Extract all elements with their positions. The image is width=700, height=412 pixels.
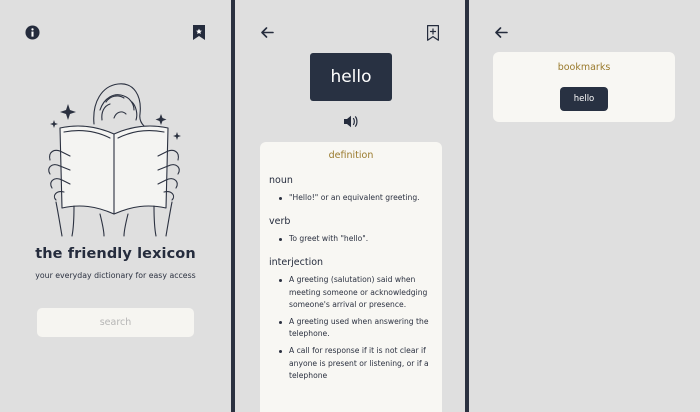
- definition-item: To greet with "hello".: [269, 233, 433, 245]
- app-title: the friendly lexicon: [35, 246, 196, 262]
- speaker-icon[interactable]: [341, 114, 359, 129]
- bookmark-add-icon[interactable]: [425, 24, 441, 41]
- definition-screen: hello definition noun "Hello!" or an equ…: [235, 0, 465, 412]
- definition-item: A greeting (salutation) said when meetin…: [269, 274, 433, 311]
- info-icon[interactable]: [24, 24, 40, 40]
- word-title: hello: [310, 53, 392, 101]
- bookmark-chip[interactable]: hello: [560, 87, 608, 111]
- back-arrow-icon[interactable]: [493, 25, 509, 39]
- search-input[interactable]: [37, 308, 194, 337]
- part-of-speech-noun: noun: [269, 175, 293, 186]
- part-of-speech-interjection: interjection: [269, 257, 324, 269]
- bookmarks-screen: bookmarks hello: [469, 0, 700, 412]
- verb-definitions: To greet with "hello".: [269, 233, 433, 245]
- bookmark-icon[interactable]: [191, 24, 207, 40]
- home-screen: the friendly lexicon your everyday dicti…: [0, 0, 231, 412]
- interjection-definitions: A greeting (salutation) said when meetin…: [269, 274, 433, 382]
- definition-item: "Hello!" or an equivalent greeting.: [269, 192, 433, 204]
- bookmarks-heading: bookmarks: [557, 62, 611, 73]
- definition-item: A call for response if it is not clear i…: [269, 345, 433, 382]
- noun-definitions: "Hello!" or an equivalent greeting.: [269, 192, 433, 204]
- app-frame: the friendly lexicon your everyday dicti…: [0, 0, 700, 412]
- definition-heading: definition: [328, 150, 374, 161]
- back-arrow-icon[interactable]: [259, 25, 275, 39]
- definition-card: definition noun "Hello!" or an equivalen…: [260, 142, 442, 412]
- app-tagline: your everyday dictionary for easy access: [35, 271, 196, 280]
- bookmarks-card: bookmarks hello: [493, 52, 675, 122]
- definition-item: A greeting used when answering the telep…: [269, 316, 433, 340]
- part-of-speech-verb: verb: [269, 216, 291, 228]
- reading-person-illustration: [44, 80, 186, 238]
